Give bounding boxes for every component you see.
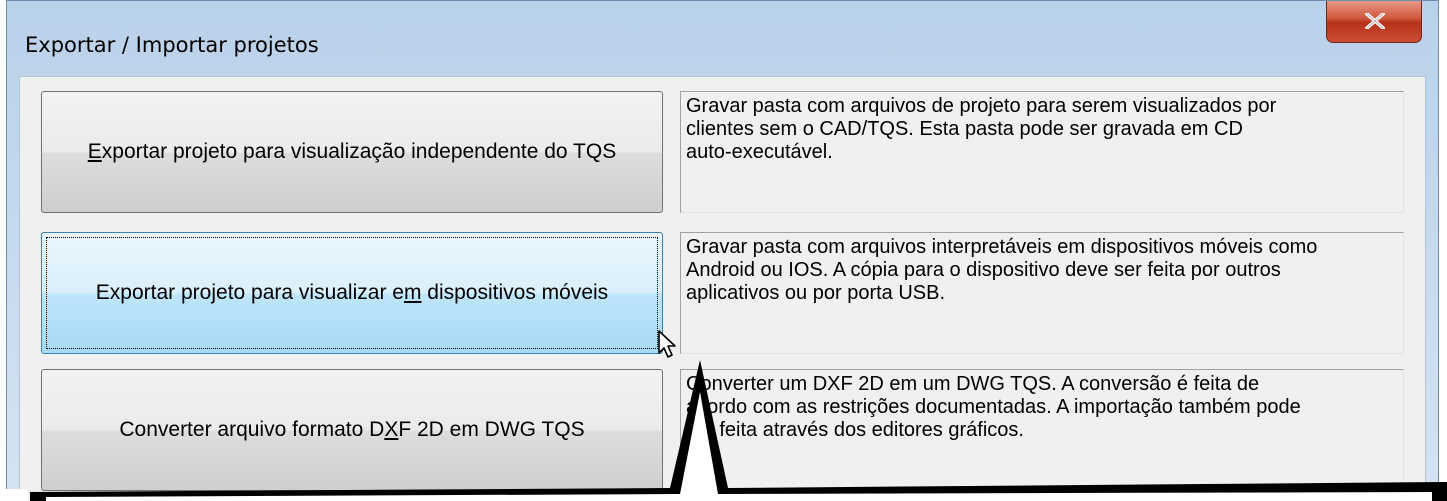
close-icon — [1365, 13, 1385, 29]
dialog-content: Exportar projeto para visualização indep… — [19, 76, 1426, 501]
export-standalone-label: Exportar projeto para visualização indep… — [87, 140, 617, 163]
focus-rectangle — [46, 237, 658, 349]
title-bar[interactable]: Exportar / Importar projetos — [7, 1, 1438, 83]
export-standalone-description: Gravar pasta com arquivos de projeto par… — [680, 91, 1404, 213]
export-mobile-button[interactable]: Exportar projeto para visualizar em disp… — [41, 232, 663, 354]
export-mobile-description: Gravar pasta com arquivos interpretáveis… — [680, 232, 1404, 354]
close-button[interactable] — [1326, 1, 1422, 43]
convert-dxf-label: Converter arquivo formato DXF 2D em DWG … — [119, 418, 585, 441]
convert-dxf-button[interactable]: Converter arquivo formato DXF 2D em DWG … — [41, 369, 663, 491]
export-standalone-button[interactable]: Exportar projeto para visualização indep… — [41, 91, 663, 213]
dialog-title: Exportar / Importar projetos — [25, 33, 319, 57]
dialog-window: Exportar / Importar projetos Exportar pr… — [6, 0, 1439, 501]
convert-dxf-description: Converter um DXF 2D em um DWG TQS. A con… — [680, 369, 1404, 491]
accelerator-key: X — [384, 418, 399, 441]
accelerator-key: E — [87, 140, 102, 163]
